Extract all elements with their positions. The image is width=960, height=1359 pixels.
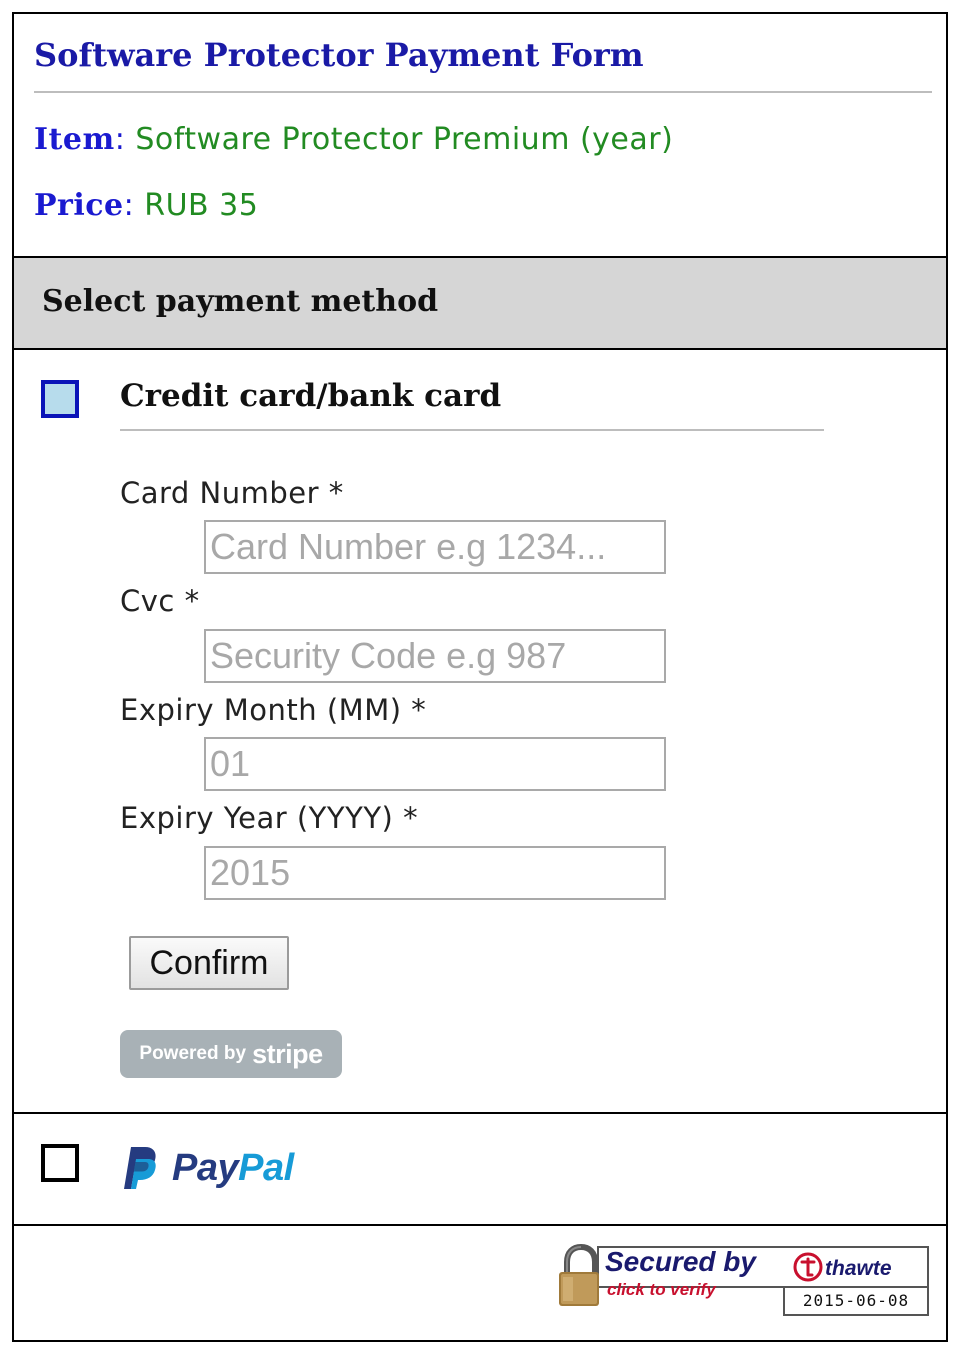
stripe-logo-text: stripe bbox=[252, 1038, 323, 1069]
click-to-verify-text: click to verify bbox=[607, 1280, 716, 1299]
price-label: Price bbox=[34, 188, 124, 223]
paypal-wordmark-pal: Pal bbox=[238, 1146, 294, 1189]
credit-card-title: Credit card/bank card bbox=[120, 378, 502, 414]
item-value: Software Protector Premium (year) bbox=[135, 122, 674, 157]
seal-date: 2015-06-08 bbox=[783, 1288, 929, 1316]
card-number-input[interactable] bbox=[204, 520, 666, 574]
price-row: Price: RUB 35 bbox=[34, 188, 258, 223]
card-number-label: Card Number * bbox=[120, 476, 344, 510]
expiry-year-label: Expiry Year (YYYY) * bbox=[120, 801, 419, 835]
cvc-input[interactable] bbox=[204, 629, 666, 683]
paypal-section: PayPal bbox=[14, 1112, 946, 1226]
cvc-label: Cvc * bbox=[120, 584, 200, 618]
thawte-t-icon bbox=[793, 1252, 823, 1286]
item-colon: : bbox=[114, 122, 126, 157]
footer: Secured by click to verify thawte 2015-0… bbox=[14, 1226, 946, 1342]
price-colon: : bbox=[123, 188, 135, 223]
item-row: Item: Software Protector Premium (year) bbox=[34, 122, 673, 157]
paypal-p-icon bbox=[118, 1145, 158, 1191]
expiry-year-input[interactable] bbox=[204, 846, 666, 900]
credit-card-checkbox[interactable] bbox=[41, 380, 79, 418]
credit-card-divider bbox=[120, 429, 824, 431]
payment-form: Software Protector Payment Form Item: Sof… bbox=[12, 12, 948, 1342]
secured-by-text: Secured by bbox=[605, 1246, 756, 1277]
item-label: Item bbox=[34, 122, 115, 157]
page-title: Software Protector Payment Form bbox=[34, 36, 644, 74]
confirm-button[interactable]: Confirm bbox=[129, 936, 289, 990]
thawte-wordmark: thawte bbox=[825, 1257, 892, 1280]
paypal-wordmark: PayPal bbox=[172, 1147, 294, 1190]
thawte-logo: thawte bbox=[793, 1252, 892, 1286]
form-header: Software Protector Payment Form Item: Sof… bbox=[14, 14, 946, 256]
padlock-icon bbox=[557, 1243, 603, 1314]
paypal-checkbox[interactable] bbox=[41, 1144, 79, 1182]
payment-method-title: Select payment method bbox=[42, 284, 439, 319]
credit-card-section: Credit card/bank card Card Number * Cvc … bbox=[14, 350, 946, 1114]
paypal-wordmark-pay: Pay bbox=[172, 1146, 239, 1189]
title-divider bbox=[34, 91, 932, 93]
paypal-logo[interactable]: PayPal bbox=[118, 1144, 294, 1192]
expiry-month-input[interactable] bbox=[204, 737, 666, 791]
thawte-security-seal[interactable]: Secured by click to verify thawte 2015-0… bbox=[557, 1243, 931, 1320]
powered-by-stripe-badge[interactable]: Powered by stripe bbox=[120, 1030, 342, 1078]
payment-method-header: Select payment method bbox=[14, 256, 946, 350]
price-value: RUB 35 bbox=[144, 188, 259, 223]
expiry-month-label: Expiry Month (MM) * bbox=[120, 693, 427, 727]
stripe-powered-by-text: Powered by bbox=[139, 1043, 247, 1064]
